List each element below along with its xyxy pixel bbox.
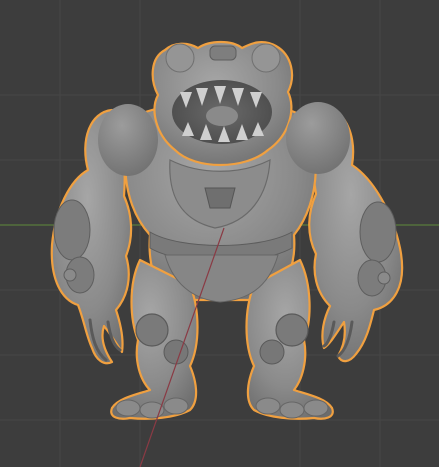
tongue (206, 106, 238, 126)
right-eye-bulge (251, 43, 281, 73)
chest-emblem (204, 187, 236, 209)
monster-sculpt[interactable] (50, 40, 404, 420)
left-eye-bulge (165, 43, 195, 73)
right-shin-pad (259, 339, 285, 365)
left-shoulder (98, 104, 158, 176)
right-shoulder (286, 102, 350, 174)
viewport-canvas[interactable] (0, 0, 439, 467)
helmet-crest (209, 45, 237, 61)
right-knee (275, 313, 309, 347)
3d-viewport[interactable] (0, 0, 439, 467)
left-knee (135, 313, 169, 347)
left-shin-pad (163, 339, 189, 365)
